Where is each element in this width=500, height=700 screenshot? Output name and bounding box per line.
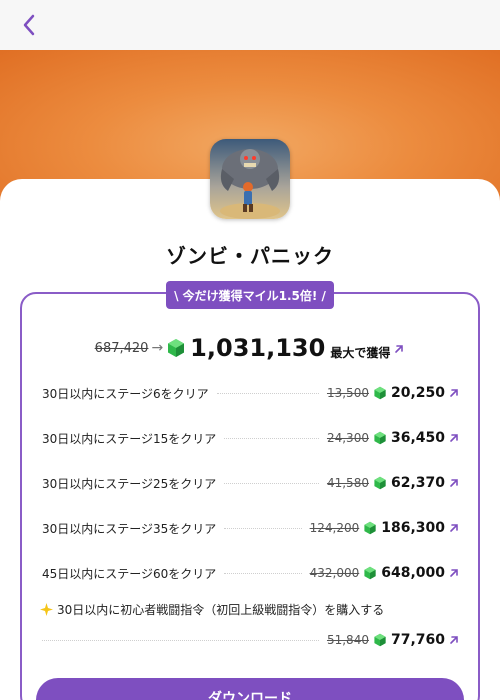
total-new-value: 1,031,130 [190, 334, 326, 362]
special-task-reward-row: 51,840 77,760 [42, 630, 460, 650]
external-link-icon[interactable] [393, 343, 405, 355]
total-reward-row: 687,420 → 1,031,130 最大で獲得 [0, 333, 500, 363]
total-old-value: 687,420 [94, 340, 149, 356]
total-suffix: 最大で獲得 [330, 345, 391, 360]
task-old-value: 13,500 [326, 386, 369, 400]
promo-tag: \ 今だけ獲得マイル1.5倍! / [166, 281, 334, 309]
task-new-value: 62,370 [390, 475, 445, 491]
task-row: 30日以内にステージ15をクリア 24,300 36,450 [42, 428, 460, 448]
external-link-icon[interactable] [448, 432, 460, 444]
gem-icon [364, 566, 376, 580]
dotted-divider [224, 572, 302, 574]
task-label: 45日以内にステージ60をクリア [42, 566, 217, 581]
external-link-icon[interactable] [448, 522, 460, 534]
gem-icon [374, 633, 386, 647]
task-label: 30日以内にステージ6をクリア [42, 386, 209, 401]
task-new-value: 186,300 [381, 520, 445, 536]
task-old-value: 51,840 [326, 633, 369, 647]
task-old-value: 124,200 [309, 521, 360, 535]
task-row: 45日以内にステージ60をクリア 432,000 648,000 [42, 563, 460, 583]
task-new-value: 77,760 [390, 632, 445, 648]
external-link-icon[interactable] [448, 387, 460, 399]
app-icon [210, 139, 290, 219]
external-link-icon[interactable] [448, 477, 460, 489]
gem-icon [364, 521, 376, 535]
game-title: ゾンビ・パニック [166, 244, 334, 268]
task-row: 30日以内にステージ6をクリア 13,500 20,250 [42, 383, 460, 403]
gem-icon [168, 339, 185, 357]
task-label: 30日以内にステージ25をクリア [42, 476, 217, 491]
task-new-value: 648,000 [381, 565, 445, 581]
task-row: 30日以内にステージ35をクリア 124,200 186,300 [42, 518, 460, 538]
external-link-icon[interactable] [448, 567, 460, 579]
top-bar [0, 0, 500, 50]
gem-icon [374, 431, 386, 445]
task-old-value: 41,580 [326, 476, 369, 490]
dotted-divider [42, 639, 319, 641]
task-label: 30日以内にステージ35をクリア [42, 521, 217, 536]
special-task: 30日以内に初心者戦闘指令（初回上級戦闘指令）を購入する [40, 599, 384, 619]
gem-icon [374, 386, 386, 400]
task-row: 30日以内にステージ25をクリア 41,580 62,370 [42, 473, 460, 493]
download-button[interactable]: ダウンロード [36, 678, 464, 700]
task-new-value: 20,250 [390, 385, 445, 401]
back-button[interactable] [14, 10, 44, 40]
special-task-label: 30日以内に初心者戦闘指令（初回上級戦闘指令）を購入する [57, 602, 385, 617]
gem-icon [374, 476, 386, 490]
dotted-divider [216, 392, 319, 394]
external-link-icon[interactable] [448, 634, 460, 646]
task-new-value: 36,450 [390, 430, 445, 446]
dotted-divider [224, 527, 302, 529]
task-old-value: 24,300 [326, 431, 369, 445]
chevron-left-icon [23, 14, 35, 36]
arrow-right-icon: → [151, 340, 164, 356]
dotted-divider [224, 437, 319, 439]
dotted-divider [224, 482, 319, 484]
task-label: 30日以内にステージ15をクリア [42, 431, 217, 446]
task-old-value: 432,000 [309, 566, 360, 580]
sparkle-icon [40, 602, 53, 616]
